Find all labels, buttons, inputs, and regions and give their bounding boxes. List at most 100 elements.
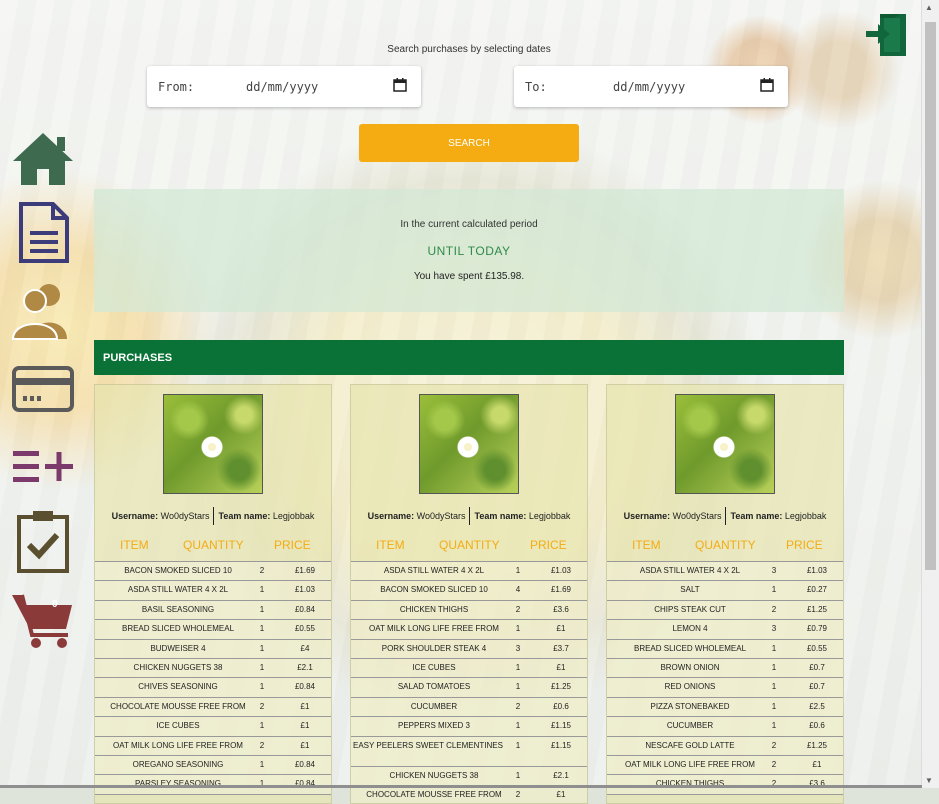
calendar-icon[interactable] (760, 78, 774, 95)
item-price: £0.6 (553, 701, 569, 711)
column-item: ITEM (632, 538, 661, 552)
team-value: Legjobbak (784, 511, 827, 521)
to-date-input[interactable]: To: dd/mm/yyyy (514, 66, 788, 107)
table-row: BROWN ONION 1 £0.7 (607, 658, 843, 679)
main-panel: Search purchases by selecting dates From… (84, 0, 922, 804)
add-list-nav[interactable] (8, 436, 78, 498)
item-name: BREAD SLICED WHOLEMEAL (633, 643, 747, 653)
item-name: CUCUMBER (410, 701, 458, 711)
team-label: Team name: (474, 511, 527, 521)
item-price: £1.03 (550, 566, 572, 575)
calendar-icon[interactable] (393, 78, 407, 95)
logout-button[interactable] (864, 12, 908, 63)
from-date-input[interactable]: From: dd/mm/yyyy (147, 66, 421, 107)
item-name: SALT (680, 585, 700, 595)
scroll-thumb[interactable] (925, 22, 936, 570)
item-name: BUDWEISER 4 (150, 643, 206, 653)
table-row: BREAD SLICED WHOLEMEAL 1 £0.55 (95, 620, 331, 640)
table-row: CHOCOLATE MOUSSE FREE FROM 2 £1 (351, 785, 587, 803)
home-nav[interactable] (8, 128, 78, 190)
item-quantity: 2 (771, 759, 777, 769)
column-price: PRICE (786, 538, 823, 552)
item-name: BACON SMOKED SLICED 10 (124, 566, 232, 575)
sidebar: 0 (0, 0, 84, 788)
table-row: CUCUMBER 2 £0.6 (351, 697, 587, 718)
documents-nav[interactable] (8, 202, 78, 264)
item-name: PIZZA STONEBAKED (650, 701, 730, 711)
item-name: SALAD TOMATOES (397, 682, 471, 692)
item-price: £1.69 (550, 585, 572, 595)
item-price: £1.15 (550, 721, 572, 731)
item-quantity: 2 (771, 604, 777, 614)
item-name: PEPPERS MIXED 3 (397, 721, 471, 731)
username-value: Wo0dyStars (160, 511, 210, 521)
item-price: £1.15 (550, 740, 572, 750)
total-spent: You have spent £135.98. (413, 271, 525, 282)
payments-nav[interactable] (8, 358, 78, 420)
search-button[interactable]: SEARCH (359, 124, 579, 162)
users-icon (11, 284, 67, 340)
item-quantity: 1 (771, 662, 777, 672)
column-quantity: QUANTITY (439, 538, 500, 552)
item-name: ASDA STILL WATER 4 X 2L (127, 585, 229, 595)
username-label: Username: (367, 511, 415, 521)
purchase-thumbnail (419, 394, 519, 494)
item-price: £1 (300, 701, 310, 711)
item-price: £1.25 (806, 740, 828, 750)
purchase-card: Username: Wo0dyStars Team name: Legjobbak… (94, 384, 332, 804)
item-price: £2.1 (297, 662, 313, 672)
item-quantity: 4 (515, 585, 521, 595)
item-quantity: 3 (771, 566, 777, 575)
item-quantity: 2 (515, 604, 521, 614)
scroll-up-arrow[interactable]: ▲ (925, 3, 933, 12)
scroll-down-arrow[interactable]: ▼ (925, 776, 933, 785)
column-price: PRICE (274, 538, 311, 552)
users-nav[interactable] (8, 280, 78, 342)
item-quantity: 1 (259, 662, 265, 672)
item-quantity: 1 (515, 770, 521, 780)
table-row: CHIVES SEASONING 1 £0.84 (95, 678, 331, 698)
table-row: ICE CUBES 1 £1 (95, 717, 331, 737)
table-row: CHICKEN NUGGETS 38 1 £2.1 (95, 658, 331, 679)
table-row: RED ONIONS 1 £0.7 (607, 678, 843, 698)
item-price: £1.25 (806, 604, 828, 614)
item-name: OREGANO SEASONING (132, 759, 224, 769)
period-caption: In the current calculated period (400, 219, 538, 230)
item-price: £0.7 (809, 662, 825, 672)
item-quantity: 1 (515, 566, 521, 575)
item-name: CHOCOLATE MOUSSE FREE FROM (110, 701, 246, 711)
item-name: CHICKEN THIGHS (399, 604, 469, 614)
purchase-thumbnail (163, 394, 263, 494)
username-value: Wo0dyStars (672, 511, 722, 521)
item-name: RED ONIONS (664, 682, 716, 692)
item-name: OAT MILK LONG LIFE FREE FROM (369, 624, 499, 634)
item-price: £1.03 (806, 566, 828, 575)
item-name: BACON SMOKED SLICED 10 (380, 585, 488, 595)
item-name: OAT MILK LONG LIFE FREE FROM (625, 759, 755, 769)
item-quantity: 1 (515, 721, 521, 731)
item-price: £1 (556, 789, 566, 799)
item-quantity: 1 (259, 721, 265, 731)
item-price: £0.6 (809, 721, 825, 731)
table-row: CHIPS STEAK CUT 2 £1.25 (607, 600, 843, 621)
item-name: NESCAFE GOLD LATTE (645, 740, 735, 750)
item-quantity: 1 (259, 604, 265, 614)
table-row: EASY PEELERS SWEET CLEMENTINES 1 £1.15 (351, 736, 587, 767)
logout-icon (866, 14, 906, 56)
item-price: £1 (300, 721, 310, 731)
item-name: EASY PEELERS SWEET CLEMENTINES (353, 740, 503, 750)
item-quantity: 1 (259, 759, 265, 769)
team-value: Legjobbak (272, 511, 315, 521)
item-price: £3.7 (553, 643, 569, 653)
cart-count-badge: 0 (52, 599, 58, 610)
item-quantity: 1 (259, 682, 265, 692)
purchase-owner: Username: Wo0dyStars Team name: Legjobbak (607, 507, 843, 529)
table-row: PEPPERS MIXED 3 1 £1.15 (351, 717, 587, 737)
items-table: BACON SMOKED SLICED 10 2 £1.69 ASDA STILL W… (95, 561, 331, 795)
scrollbar[interactable]: ▲ ▼ (921, 0, 939, 788)
table-row: ASDA STILL WATER 4 X 2L 1 £1.03 (95, 581, 331, 601)
cart-nav[interactable]: 0 (8, 588, 78, 650)
item-name: PORK SHOULDER STEAK 4 (381, 643, 487, 653)
checklist-nav[interactable] (8, 510, 78, 573)
table-row: OAT MILK LONG LIFE FREE FROM 2 £1 (607, 755, 843, 776)
